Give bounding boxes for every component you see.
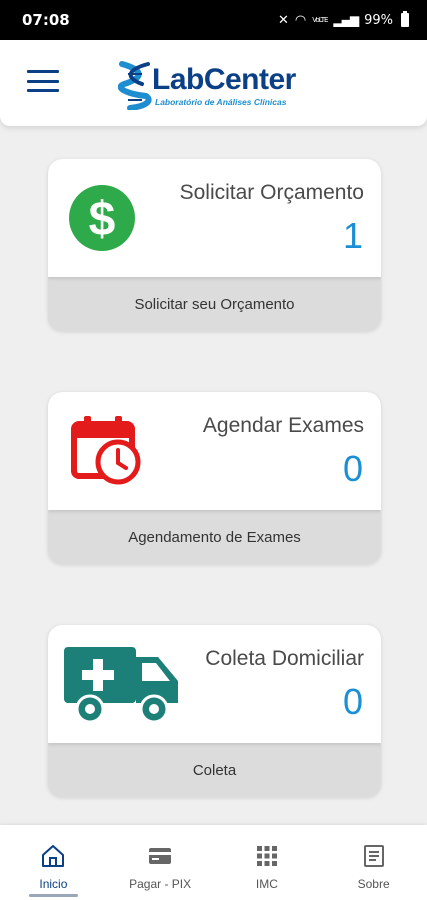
card-header: Agendar Exames 0 — [48, 392, 381, 510]
card-title: Solicitar Orçamento — [179, 181, 364, 204]
dna-logo-icon — [118, 61, 152, 110]
card-header: $ Solicitar Orçamento 1 — [48, 159, 381, 277]
brand-logo: LabCenter Laboratório de Análises Clínic… — [118, 60, 318, 110]
card-agendar-exames[interactable]: Agendar Exames 0 Agendamento de Exames — [48, 392, 381, 564]
brand-tagline: Laboratório de Análises Clínicas — [155, 97, 287, 107]
nav-label: IMC — [255, 877, 278, 891]
svg-text:$: $ — [89, 193, 116, 246]
calendar-clock-icon — [71, 416, 141, 485]
document-icon — [363, 845, 384, 867]
card-footer-label[interactable]: Agendamento de Exames — [48, 510, 381, 564]
status-time: 07:08 — [22, 11, 70, 29]
dollar-circle-icon: $ — [69, 185, 135, 251]
card-header: Coleta Domiciliar 0 — [48, 625, 381, 743]
ambulance-icon — [64, 647, 178, 724]
bottom-navigation: Inicio Pagar - PIX IMC Sobre — [0, 825, 427, 900]
mute-icon: ✕ — [277, 12, 289, 28]
nav-item-inicio[interactable]: Inicio — [0, 825, 107, 900]
nav-label: Pagar - PIX — [129, 877, 192, 891]
status-icons: ✕ ◠ VoLTE ▂▄▆ 99% — [277, 11, 409, 28]
brand-name: LabCenter — [152, 63, 296, 96]
battery-icon — [401, 11, 409, 27]
card-count: 0 — [342, 448, 363, 489]
wifi-icon: ◠ — [294, 12, 307, 28]
network-label: VoLTE — [312, 16, 328, 24]
app-header: LabCenter Laboratório de Análises Clínic… — [0, 40, 427, 126]
nav-item-pagar-pix[interactable]: Pagar - PIX — [107, 825, 214, 900]
nav-label: Sobre — [357, 877, 390, 891]
card-count: 0 — [342, 681, 363, 722]
card-footer-label[interactable]: Coleta — [48, 743, 381, 797]
card-count: 1 — [342, 215, 363, 256]
hamburger-menu-icon[interactable] — [27, 70, 59, 92]
nav-item-sobre[interactable]: Sobre — [320, 825, 427, 900]
home-icon — [42, 845, 65, 867]
card-footer-label[interactable]: Solicitar seu Orçamento — [48, 277, 381, 331]
battery-label: 99% — [364, 12, 393, 28]
card-title: Coleta Domiciliar — [205, 647, 364, 670]
status-bar: 07:08 ✕ ◠ VoLTE ▂▄▆ 99% — [0, 0, 427, 40]
card-icon — [149, 848, 172, 864]
nav-item-imc[interactable]: IMC — [214, 825, 321, 900]
nav-label: Inicio — [39, 877, 68, 891]
card-coleta-domiciliar[interactable]: Coleta Domiciliar 0 Coleta — [48, 625, 381, 797]
grid-icon — [256, 846, 277, 866]
signal-icon: ▂▄▆ — [333, 13, 359, 27]
card-title: Agendar Exames — [202, 414, 364, 437]
card-solicitar-orcamento[interactable]: $ Solicitar Orçamento 1 Solicitar seu Or… — [48, 159, 381, 331]
